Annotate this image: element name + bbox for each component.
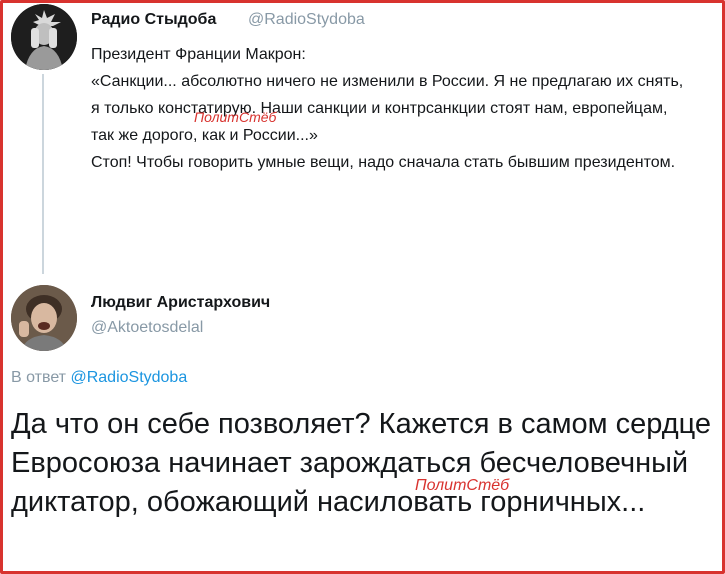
tweet-line: Стоп! Чтобы говорить умные вещи, надо сн… xyxy=(91,154,676,171)
reply-author-name[interactable]: Людвиг Аристархович xyxy=(91,294,270,312)
author-avatar[interactable] xyxy=(11,4,77,70)
thread-connector xyxy=(42,74,44,274)
watermark: ПолитСтёб xyxy=(415,477,510,494)
tweet-line: Президент Франции Макрон: xyxy=(91,46,306,63)
author-handle[interactable]: @RadioStydoba xyxy=(248,11,365,29)
author-name[interactable]: Радио Стыдоба xyxy=(91,11,216,29)
reply-context: В ответ @RadioStydoba xyxy=(11,369,187,387)
tweet-line: «Санкции... абсолютно ничего не изменили… xyxy=(91,73,684,144)
reply-author-avatar[interactable] xyxy=(11,285,77,351)
reply-text: Да что он себе позволяет? Кажется в само… xyxy=(11,405,716,522)
reply-author-handle[interactable]: @Aktoetosdelal xyxy=(91,319,203,337)
reply-body: Да что он себе позволяет? Кажется в само… xyxy=(11,408,712,518)
tweet-text: Президент Франции Макрон: «Санкции... аб… xyxy=(91,41,691,176)
watermark: ПолитСтёб xyxy=(194,109,277,125)
reply-to-link[interactable]: @RadioStydoba xyxy=(70,369,187,386)
reply-prefix: В ответ xyxy=(11,369,67,386)
